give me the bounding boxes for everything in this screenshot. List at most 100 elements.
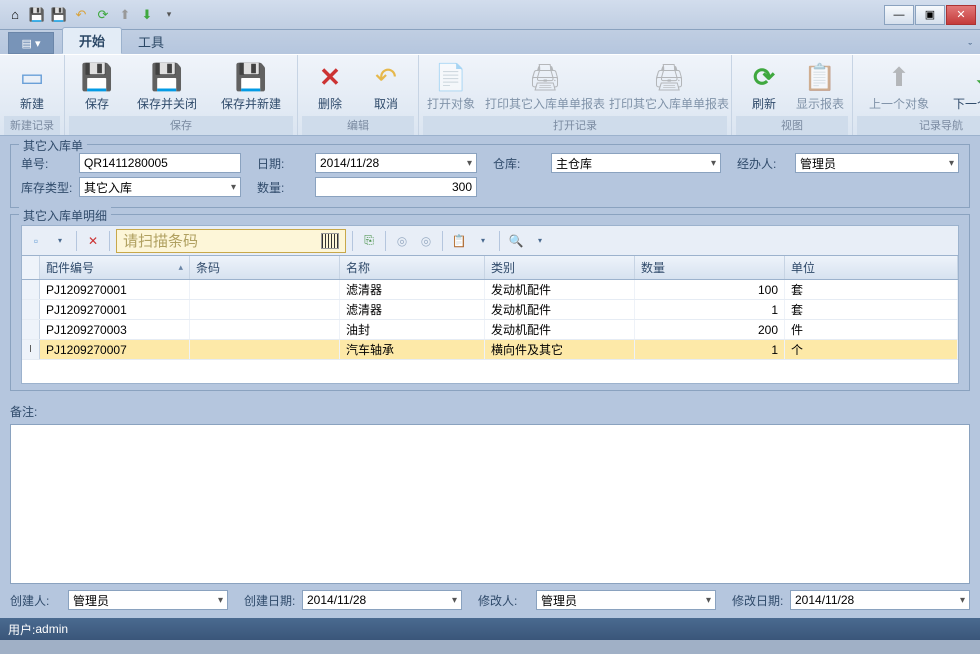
- cell-qty: 1: [635, 300, 785, 319]
- table-row[interactable]: PJ1209270001滤清器发动机配件100套: [22, 280, 958, 300]
- table-row[interactable]: PJ1209270001滤清器发动机配件1套: [22, 300, 958, 320]
- refresh-button[interactable]: ⟳刷新: [736, 57, 792, 116]
- input-date[interactable]: 2014/11/28: [315, 153, 477, 173]
- show-report-button: 显示报表: [792, 57, 848, 116]
- cell-unit: 件: [785, 320, 958, 339]
- row-indicator: I: [22, 340, 40, 359]
- delete-button[interactable]: ✕删除: [302, 57, 358, 116]
- input-qty[interactable]: 300: [315, 177, 477, 197]
- dt-delete-icon[interactable]: ✕: [83, 231, 103, 251]
- next-obj-label: 下一个对象: [953, 95, 980, 112]
- cell-name: 汽车轴承: [340, 340, 485, 359]
- delete-icon: ✕: [314, 61, 346, 93]
- table-row[interactable]: PJ1209270003油封发动机配件200件: [22, 320, 958, 340]
- minimize-button[interactable]: —: [884, 5, 914, 25]
- dt-new-dd-icon[interactable]: ▾: [50, 231, 70, 251]
- cell-code: PJ1209270003: [40, 320, 190, 339]
- separator: [76, 231, 77, 251]
- title-bar: ⌂ 💾 💾 ↶ ⟳ ⬆ ⬇ ▾ — ▣ ✕: [0, 0, 980, 30]
- cell-cat: 横向件及其它: [485, 340, 635, 359]
- cell-qty: 1: [635, 340, 785, 359]
- collapse-ribbon-icon[interactable]: ˇ: [968, 42, 972, 54]
- maximize-button[interactable]: ▣: [915, 5, 945, 25]
- col-cat[interactable]: 类别: [485, 256, 635, 279]
- ribbon-group: ✕删除 ↶ 取消编辑: [298, 55, 419, 135]
- cancel-button[interactable]: ↶ 取消: [358, 57, 414, 116]
- qat-save-icon[interactable]: 💾: [29, 7, 45, 23]
- detail-toolbar: ▫ ▾ ✕ 请扫描条码 ⎘ ◎ ◎ 📋 ▾ 🔍 ▾: [21, 225, 959, 255]
- label-modifier: 修改人:: [478, 592, 530, 609]
- tab-start[interactable]: 开始: [62, 27, 122, 54]
- label-qty: 数量:: [257, 179, 315, 196]
- dt-new-icon[interactable]: ▫: [26, 231, 46, 251]
- input-modifier[interactable]: 管理员: [536, 590, 716, 610]
- show-report-label: 显示报表: [796, 95, 844, 112]
- input-docno[interactable]: QR1411280005: [79, 153, 241, 173]
- label-stocktype: 库存类型:: [21, 179, 79, 196]
- file-tab[interactable]: ▤ ▾: [8, 32, 54, 54]
- ribbon-group-title: 编辑: [302, 116, 414, 135]
- cell-bar: [190, 320, 340, 339]
- col-unit[interactable]: 单位: [785, 256, 958, 279]
- input-stocktype[interactable]: 其它入库: [79, 177, 241, 197]
- label-docno: 单号:: [21, 155, 79, 172]
- cell-qty: 100: [635, 280, 785, 299]
- qat-undo-icon[interactable]: ↶: [73, 7, 89, 23]
- close-window-button[interactable]: ✕: [946, 5, 976, 25]
- table-row[interactable]: IPJ1209270007汽车轴承横向件及其它1个: [22, 340, 958, 360]
- save-label: 保存: [85, 95, 109, 112]
- home-icon[interactable]: ⌂: [7, 7, 23, 23]
- label-wh: 仓库:: [493, 155, 551, 172]
- input-creator[interactable]: 管理员: [68, 590, 228, 610]
- save-close-label: 保存并关闭: [137, 95, 197, 112]
- dt-paste-icon[interactable]: 📋: [449, 231, 469, 251]
- ribbon-group-title: 打开记录: [423, 116, 727, 135]
- ribbon-group: 打开对象打印其它入库单单报表打印其它入库单单报表打开记录: [419, 55, 732, 135]
- save-button[interactable]: 保存: [69, 57, 125, 116]
- refresh-label: 刷新: [752, 95, 776, 112]
- label-date: 日期:: [257, 155, 315, 172]
- ribbon-group: 新建新建记录: [0, 55, 65, 135]
- qat-dropdown-icon[interactable]: ▾: [161, 7, 177, 23]
- input-wh[interactable]: 主仓库: [551, 153, 721, 173]
- new-button[interactable]: 新建: [4, 57, 60, 116]
- ribbon: 新建新建记录保存保存并关闭保存并新建保存✕删除↶取消编辑打开对象打印其它入库单单…: [0, 54, 980, 136]
- qat-saveclose-icon[interactable]: 💾: [51, 7, 67, 23]
- save-close-icon: [151, 61, 183, 93]
- cell-name: 滤清器: [340, 280, 485, 299]
- col-code[interactable]: 配件编号▴: [40, 256, 190, 279]
- dt-find-icon[interactable]: 🔍: [506, 231, 526, 251]
- cancel-icon: ↶: [370, 61, 402, 93]
- barcode-scan-input[interactable]: 请扫描条码: [116, 229, 346, 253]
- dt-paste-dd-icon[interactable]: ▾: [473, 231, 493, 251]
- tab-tools[interactable]: 工具: [122, 29, 180, 54]
- input-operator[interactable]: 管理员: [795, 153, 959, 173]
- cell-code: PJ1209270001: [40, 280, 190, 299]
- col-name[interactable]: 名称: [340, 256, 485, 279]
- qat-prev-icon[interactable]: ⬆: [117, 7, 133, 23]
- next-obj-button[interactable]: ⬇下一个对象: [941, 57, 980, 116]
- dt-export-icon[interactable]: ⎘: [359, 231, 379, 251]
- separator: [352, 231, 353, 251]
- new-icon: [16, 61, 48, 93]
- qat-next-icon[interactable]: ⬇: [139, 7, 155, 23]
- dt-find-dd-icon[interactable]: ▾: [530, 231, 550, 251]
- ribbon-group: ⬆上一个对象⬇下一个对象记录导航: [853, 55, 980, 135]
- scan-placeholder: 请扫描条码: [123, 230, 198, 251]
- status-user: admin: [35, 622, 68, 636]
- row-indicator: [22, 320, 40, 339]
- input-remark[interactable]: [10, 424, 970, 585]
- input-mdate[interactable]: 2014/11/28: [790, 590, 970, 610]
- input-cdate[interactable]: 2014/11/28: [302, 590, 462, 610]
- cell-code: PJ1209270001: [40, 300, 190, 319]
- cancel-label: 取消: [374, 95, 398, 112]
- col-qty[interactable]: 数量: [635, 256, 785, 279]
- grid-body[interactable]: PJ1209270001滤清器发动机配件100套PJ1209270001滤清器发…: [22, 280, 958, 383]
- dt-nav1-icon: ◎: [392, 231, 412, 251]
- save-new-button[interactable]: 保存并新建: [209, 57, 293, 116]
- col-bar[interactable]: 条码: [190, 256, 340, 279]
- save-close-button[interactable]: 保存并关闭: [125, 57, 209, 116]
- save-new-label: 保存并新建: [221, 95, 281, 112]
- separator: [442, 231, 443, 251]
- qat-refresh-icon[interactable]: ⟳: [95, 7, 111, 23]
